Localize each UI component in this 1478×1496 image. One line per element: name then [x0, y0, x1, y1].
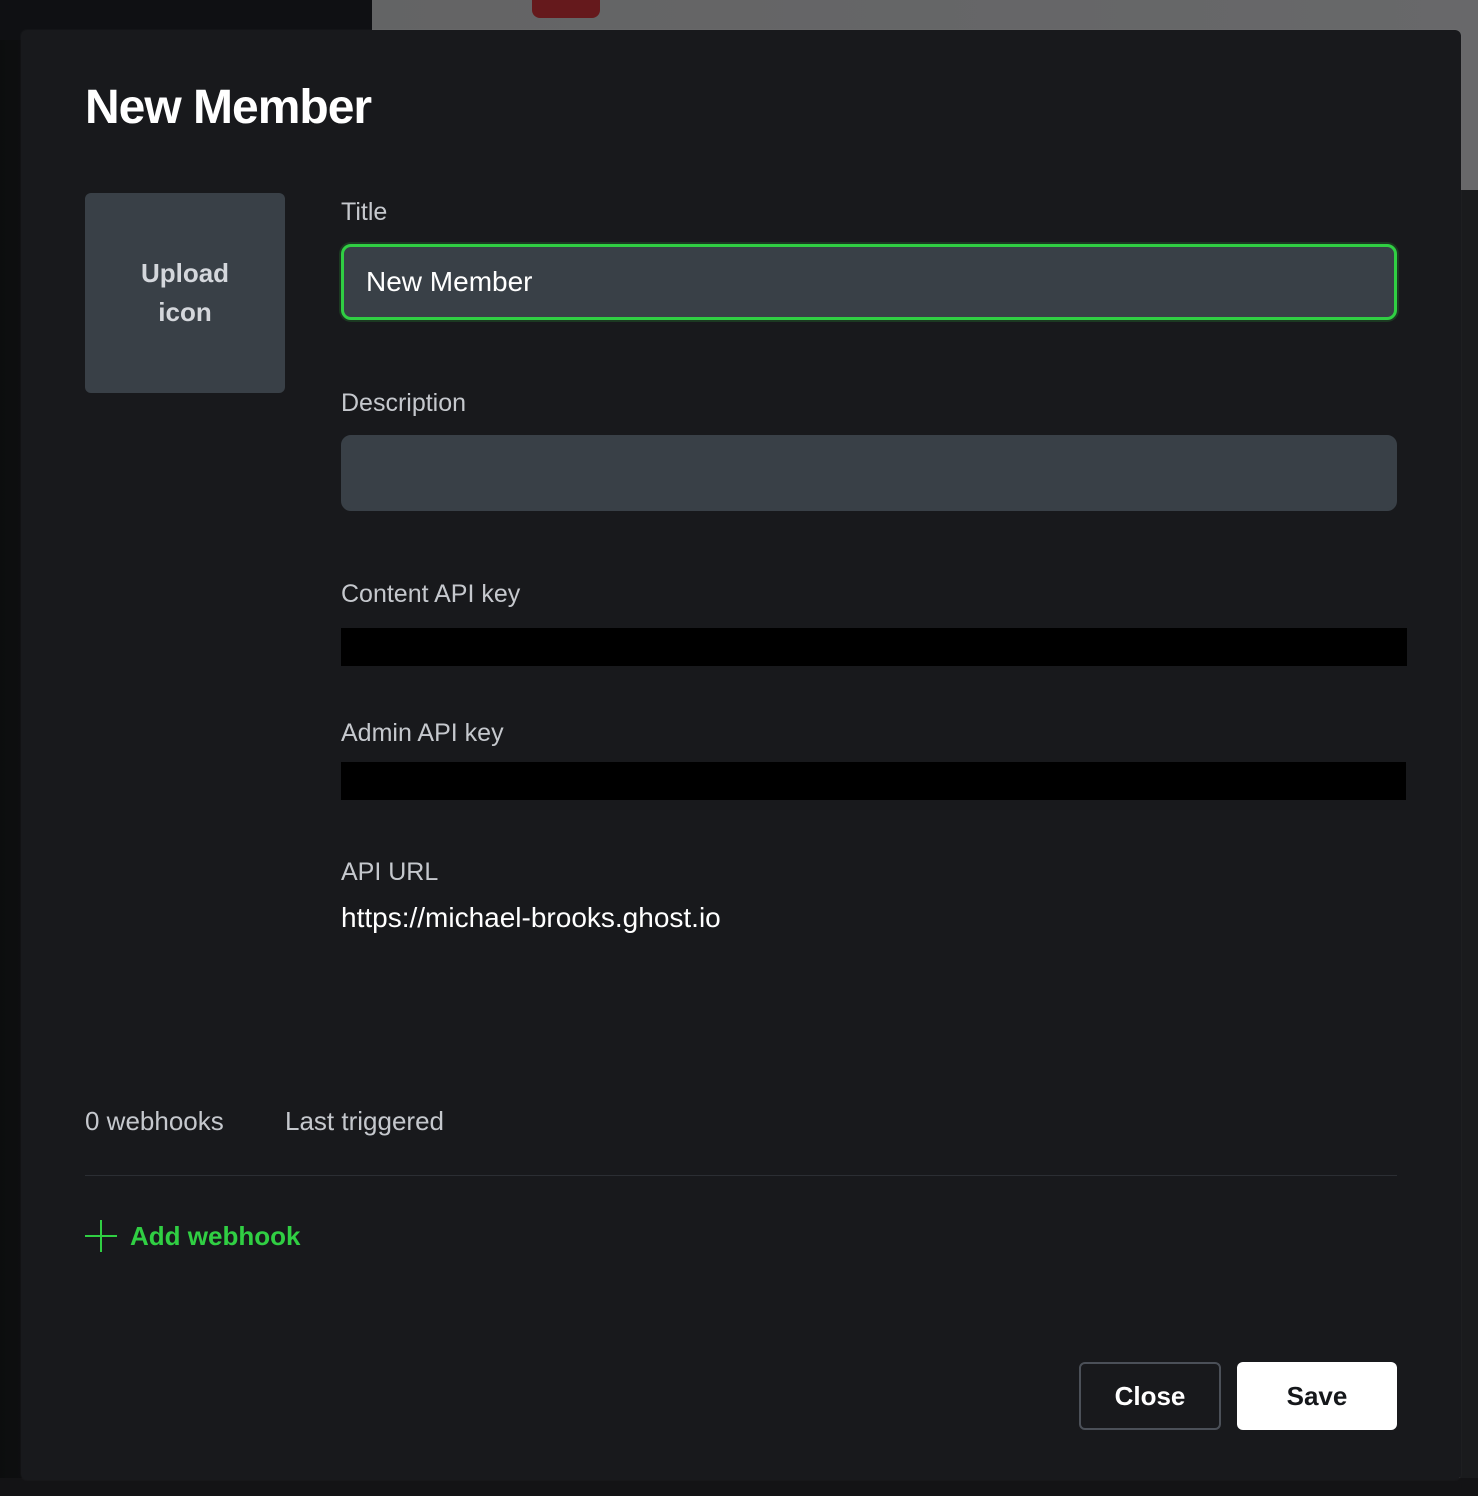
api-url-value[interactable]: https://michael-brooks.ghost.io	[341, 902, 721, 934]
upload-icon-button[interactable]: Upload icon	[85, 193, 285, 393]
upload-icon-label-line1: Upload	[140, 258, 230, 288]
plus-icon	[85, 1220, 117, 1252]
webhooks-count: 0 webhooks	[85, 1106, 224, 1136]
last-triggered-header: Last triggered	[285, 1106, 444, 1136]
webhooks-divider	[85, 1175, 1397, 1176]
content-api-key-value[interactable]	[341, 628, 1407, 666]
admin-api-key-value[interactable]	[341, 762, 1406, 800]
add-webhook-button[interactable]: Add webhook	[85, 1220, 300, 1252]
api-url-label: API URL	[341, 858, 439, 886]
upload-icon-label-line2: icon	[158, 297, 212, 327]
add-webhook-label: Add webhook	[130, 1220, 301, 1251]
description-label: Description	[341, 389, 467, 417]
title-input[interactable]	[341, 244, 1397, 320]
admin-api-key-label: Admin API key	[341, 719, 504, 747]
close-button[interactable]: Close	[1079, 1362, 1221, 1430]
title-label: Title	[341, 198, 388, 226]
content-api-key-label: Content API key	[341, 580, 521, 608]
description-input[interactable]	[341, 435, 1397, 511]
save-button[interactable]: Save	[1237, 1362, 1397, 1430]
modal-title: New Member	[85, 81, 372, 134]
new-integration-modal: New Member Upload icon Title Description…	[21, 30, 1461, 1480]
